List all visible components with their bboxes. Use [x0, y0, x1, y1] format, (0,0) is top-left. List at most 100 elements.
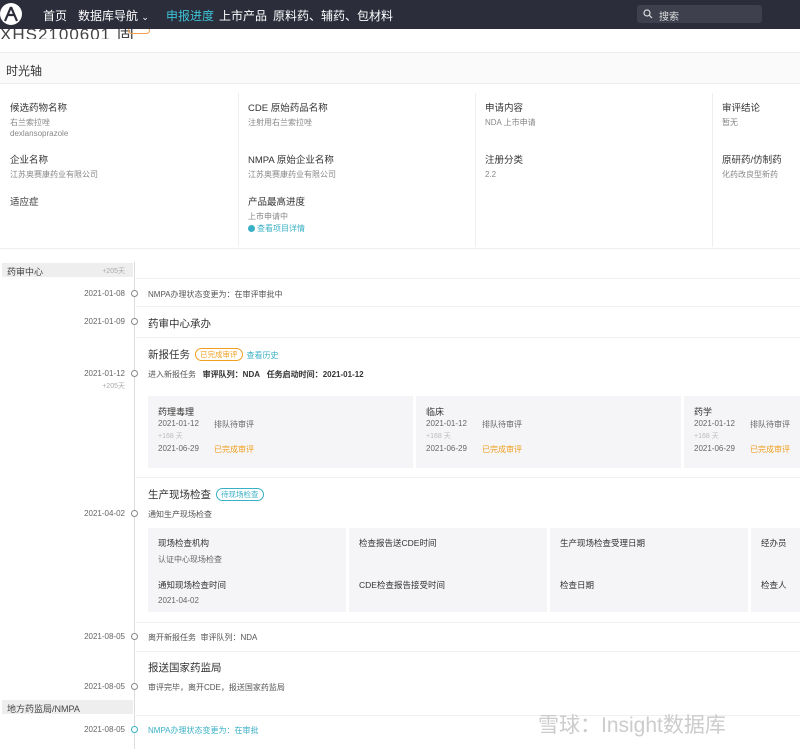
divider	[712, 93, 713, 247]
event-date: 2021-01-12	[84, 369, 125, 378]
inspect-value: 认证中心现场检查	[158, 555, 222, 564]
inspect-label: 检查日期	[560, 580, 595, 590]
nav-materials[interactable]: 原料药、辅药、包材料	[273, 7, 393, 24]
last-status: 在审批	[234, 726, 259, 735]
nav-database[interactable]: 数据库导航 ⌄	[78, 7, 149, 24]
page-title: XHS2100601 固	[0, 29, 135, 39]
info-indication: 适应症	[10, 197, 39, 208]
info-value: 上市申请中	[248, 212, 288, 221]
arrow-circle-icon	[248, 225, 255, 232]
info-apply: 申请内容 NDA 上市申请	[485, 103, 536, 128]
chevron-down-icon: ⌄	[141, 12, 149, 22]
info-cde-name: CDE 原始药品名称 注射用右兰索拉唑	[248, 103, 328, 128]
info-conclusion: 审评结论 暂无	[722, 103, 760, 128]
card-date: 2021-01-12	[694, 419, 735, 428]
event-date: 2021-04-02	[84, 509, 125, 518]
section-label: 药审中心	[7, 267, 44, 277]
info-value: 2.2	[485, 170, 497, 179]
card-status: 已完成审评	[482, 445, 522, 454]
inspect-label: 检查报告送CDE时间	[359, 538, 437, 548]
start-label: 任务启动时间：	[266, 370, 323, 379]
task-heading: 新报任务 已完成审评 查看历史	[148, 347, 279, 362]
info-label: 审评结论	[722, 103, 761, 114]
status-badge: 已完成审评	[195, 348, 243, 361]
card-date: 2021-06-29	[158, 444, 199, 453]
divider	[136, 477, 800, 478]
task-title: 新报任务	[148, 349, 190, 361]
divider	[475, 93, 476, 247]
info-label: NMPA 原始企业名称	[248, 155, 334, 166]
timeline-axis	[134, 262, 135, 749]
card-date: 2021-06-29	[694, 444, 735, 453]
leave-text: 离开新报任务	[148, 633, 196, 642]
section-cde: 药审中心 +205天	[2, 263, 133, 277]
title-badge	[128, 29, 150, 34]
timeline-dot	[131, 318, 138, 325]
timeline-bar: 时光轴	[0, 52, 800, 84]
inspect-label: 生产现场检查受理日期	[560, 538, 646, 548]
view-detail-label: 查看项目详情	[257, 224, 305, 233]
info-value: 化药改良型新药	[722, 170, 778, 179]
divider	[136, 622, 800, 623]
info-nmpa-company: NMPA 原始企业名称 江苏奥赛康药业有限公司	[248, 155, 336, 180]
view-detail-link[interactable]: 查看项目详情	[248, 223, 305, 234]
logo[interactable]	[0, 3, 22, 25]
search-icon	[643, 9, 653, 19]
timeline-dot	[131, 633, 138, 640]
divider	[136, 278, 800, 279]
view-history-link[interactable]: 查看历史	[247, 351, 279, 360]
card-title: 药理毒理	[158, 407, 195, 417]
search-input[interactable]: 搜索	[637, 5, 762, 23]
start-value: 2021-01-12	[322, 370, 364, 379]
event-heading: 报送国家药监局	[148, 662, 222, 674]
event-text: 通知生产现场检查	[148, 510, 212, 519]
inspect-notice: 通知现场检查时间 2021-04-02	[158, 579, 226, 605]
timeline-title: 时光轴	[6, 64, 43, 78]
divider	[238, 93, 239, 247]
card-days: +168 天	[426, 433, 451, 440]
info-value: 江苏奥赛康药业有限公司	[248, 170, 336, 179]
watermark-text: 雪球：Insight数据库	[538, 714, 726, 737]
info-value: 江苏奥赛康药业有限公司	[10, 170, 98, 179]
watermark: 雪球：Insight数据库	[538, 709, 726, 739]
timeline-dot	[131, 510, 138, 517]
inspect-label: 经办员	[761, 538, 787, 548]
divider	[136, 306, 800, 307]
divider	[136, 651, 800, 652]
card-status: 排队待审评	[214, 420, 254, 429]
clipped-header: XHS2100601 固	[0, 29, 800, 39]
queue-value: NDA	[240, 633, 258, 642]
info-value: 暂无	[722, 118, 738, 127]
nav-database-label: 数据库导航	[78, 9, 139, 23]
event-text: 审评完毕，离开CDE，报送国家药监局	[148, 683, 285, 692]
section-label: 地方药监局/NMPA	[7, 704, 80, 714]
review-card: 药学 2021-01-12 排队待审评 +168 天 2021-06-29 已完成审…	[684, 396, 800, 468]
queue-value: NDA	[242, 370, 261, 379]
info-label: 注册分类	[485, 155, 524, 166]
nav-marketed[interactable]: 上市产品	[219, 7, 267, 24]
info-label: 申请内容	[485, 103, 524, 114]
card-row: 2021-06-29 已完成审评	[694, 444, 790, 454]
nav-home[interactable]: 首页	[43, 7, 67, 24]
event-days: +205天	[102, 383, 125, 390]
event-date: 2021-08-05	[84, 632, 125, 641]
info-label: 产品最高进度	[248, 197, 306, 208]
card-status: 已完成审评	[214, 445, 254, 454]
info-label: 企业名称	[10, 155, 49, 166]
event-date: 2021-01-09	[84, 317, 125, 326]
card-row: 2021-06-29 已完成审评	[158, 444, 254, 454]
timeline-dot-current	[131, 726, 138, 733]
inspect-label: 检查人	[761, 580, 787, 590]
nav-progress[interactable]: 申报进度	[166, 7, 214, 24]
review-card: 临床 2021-01-12 排队待审评 +168 天 2021-06-29 已完成审…	[416, 396, 681, 468]
timeline-dot	[131, 290, 138, 297]
event-date: 2021-01-08	[84, 289, 125, 298]
timeline-dot	[131, 370, 138, 377]
card-row: 2021-01-12 排队待审评	[694, 419, 790, 429]
card-date: 2021-01-12	[158, 419, 199, 428]
event-text: NMPA办理状态变更为：在审评审批中	[148, 290, 283, 299]
event-date: 2021-08-05	[84, 725, 125, 734]
info-label: 适应症	[10, 197, 39, 208]
event-date: 2021-08-05	[84, 682, 125, 691]
inspect-heading: 生产现场检查 待现场检查	[148, 487, 264, 502]
